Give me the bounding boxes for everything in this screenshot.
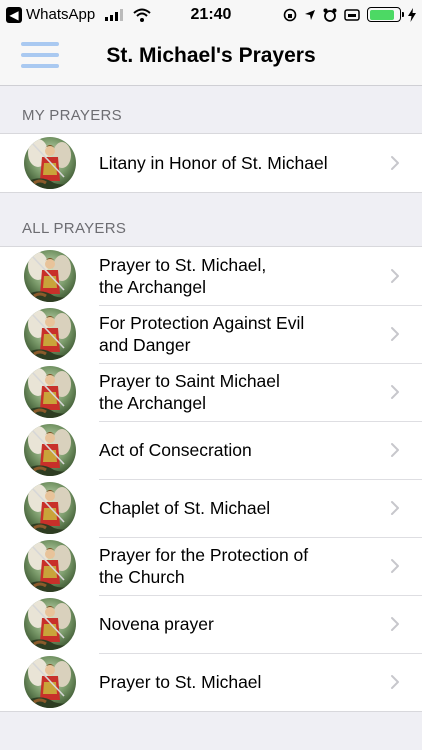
list-item-label-line1: Prayer to Saint Michael (99, 371, 280, 391)
list-item-label: Prayer to St. Michael, the Archangel (99, 254, 372, 298)
charging-bolt-icon (408, 7, 416, 22)
list-item-label: Prayer to Saint Michael the Archangel (99, 370, 372, 414)
st-michael-avatar (24, 424, 76, 476)
location-icon (305, 9, 315, 20)
section-header-my-prayers: MY PRAYERS (22, 107, 122, 124)
list-item-label: Novena prayer (99, 614, 214, 634)
battery-icon (367, 7, 404, 22)
list-item-label-line2: and Danger (99, 335, 191, 355)
chevron-right-icon (390, 558, 400, 574)
list-item-label-line2: the Archangel (99, 393, 207, 413)
status-bar: ◀ WhatsApp 21:40 (0, 0, 422, 30)
chevron-right-icon (390, 384, 400, 400)
st-michael-avatar (24, 308, 76, 360)
status-right (283, 7, 416, 22)
st-michael-avatar (24, 366, 76, 418)
list-item-label: Prayer to St. Michael (99, 672, 262, 692)
list-item[interactable]: Prayer to St. Michael (0, 653, 422, 711)
tty-icon (344, 8, 360, 21)
chevron-right-icon (390, 674, 400, 690)
chevron-right-icon (390, 155, 400, 171)
list-item[interactable]: Novena prayer (0, 595, 422, 653)
list-item-label-line1: Prayer to St. Michael, (99, 255, 267, 275)
list-item-label: Act of Consecration (99, 440, 252, 460)
list-item[interactable]: Act of Consecration (0, 421, 422, 479)
alarm-icon (323, 8, 337, 22)
chevron-right-icon (390, 500, 400, 516)
list-item[interactable]: Prayer to St. Michael, the Archangel (0, 247, 422, 305)
list-item-label-line1: For Protection Against Evil (99, 313, 305, 333)
list-item-label-line2: the Church (99, 567, 185, 587)
list-item[interactable]: Prayer to Saint Michael the Archangel (0, 363, 422, 421)
section-header-all-prayers: ALL PRAYERS (22, 220, 127, 237)
chevron-right-icon (390, 616, 400, 632)
chevron-right-icon (390, 326, 400, 342)
nav-bar: St. Michael's Prayers (0, 30, 422, 86)
page-title: St. Michael's Prayers (0, 44, 422, 68)
list-item-label: Litany in Honor of St. Michael (99, 153, 328, 173)
st-michael-avatar (24, 137, 76, 189)
battery-level (369, 9, 395, 20)
st-michael-avatar (24, 250, 76, 302)
list-item[interactable]: For Protection Against Evil and Danger (0, 305, 422, 363)
list-item-label-line1: Prayer for the Protection of (99, 545, 309, 565)
list-item-label: Prayer for the Protection of the Church (99, 544, 372, 588)
chevron-right-icon (390, 442, 400, 458)
st-michael-avatar (24, 482, 76, 534)
list-item[interactable]: Chaplet of St. Michael (0, 479, 422, 537)
list-item-label: Chaplet of St. Michael (99, 498, 271, 518)
my-prayers-list: Litany in Honor of St. Michael (0, 133, 422, 193)
rotation-lock-icon (283, 8, 297, 21)
list-item-label: For Protection Against Evil and Danger (99, 312, 372, 356)
chevron-right-icon (390, 268, 400, 284)
page-title-text: St. Michael's Prayers (106, 44, 316, 67)
list-item-label-line2: the Archangel (99, 277, 207, 297)
list-item[interactable]: Prayer for the Protection of the Church (0, 537, 422, 595)
all-prayers-list: Prayer to St. Michael, the Archangel For… (0, 246, 422, 712)
st-michael-avatar (24, 598, 76, 650)
st-michael-avatar (24, 540, 76, 592)
list-item[interactable]: Litany in Honor of St. Michael (0, 134, 422, 192)
st-michael-avatar (24, 656, 76, 708)
